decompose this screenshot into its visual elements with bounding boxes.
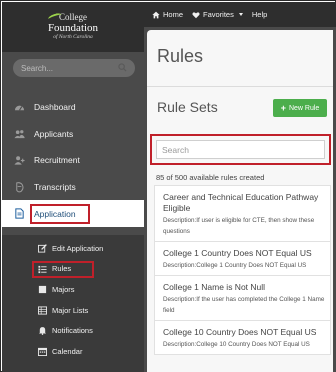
sidebar-nav: Dashboard Applicants Recruitment Transcr… xyxy=(2,94,144,227)
app-window: College Foundation of North Carolina Sea… xyxy=(0,0,336,372)
sidebar-subnav: Edit Application Rules Majors Major List… xyxy=(2,235,144,372)
sidebar-subitem-label: Notifications xyxy=(52,326,93,336)
rule-description: Description:College 1 Country Does NOT E… xyxy=(163,262,307,269)
sidebar-subitem-rules[interactable]: Rules xyxy=(2,259,144,280)
sidebar-search-placeholder: Search... xyxy=(21,63,54,73)
logo-line-1: College xyxy=(59,12,87,22)
rule-list-item[interactable]: College 1 Country Does NOT Equal US Desc… xyxy=(154,241,331,275)
sidebar-subitem-edit-application[interactable]: Edit Application xyxy=(2,238,144,259)
help-label: Help xyxy=(251,10,268,19)
highlight-box xyxy=(30,204,90,225)
sidebar-item-label: Transcripts xyxy=(34,182,76,193)
square-icon xyxy=(38,286,47,294)
sidebar-subitem-calendar[interactable]: Calendar xyxy=(2,341,144,362)
rule-list-item[interactable]: College 1 Name is Not Null Description:I… xyxy=(154,275,331,320)
logo-line-2: Foundation xyxy=(47,22,99,34)
sidebar-subitem-label: Edit Application xyxy=(52,243,104,253)
sidebar-item-label: Dashboard xyxy=(34,102,76,113)
bell-icon xyxy=(38,327,47,336)
main-content: Rules Rule Sets + New Rule 85 of 500 ava… xyxy=(144,27,336,372)
page-title: Rules xyxy=(157,46,204,66)
home-link[interactable]: Home xyxy=(152,10,183,19)
plus-icon: + xyxy=(280,102,286,113)
rule-description: Description:College 10 Country Does NOT … xyxy=(163,341,310,348)
heart-icon xyxy=(192,11,200,18)
user-plus-icon xyxy=(14,156,25,165)
new-rule-label: New Rule xyxy=(288,104,320,112)
rule-name: College 10 Country Does NOT Equal US xyxy=(163,327,317,337)
rule-count-text: 85 of 500 available rules created xyxy=(156,173,265,182)
section-title: Rule Sets xyxy=(157,99,218,115)
sidebar: College Foundation of North Carolina Sea… xyxy=(2,2,144,372)
home-icon xyxy=(152,11,160,18)
sidebar-item-transcripts[interactable]: Transcripts xyxy=(2,174,144,201)
new-rule-button[interactable]: + New Rule xyxy=(273,99,327,117)
logo[interactable]: College Foundation of North Carolina xyxy=(2,2,144,52)
table-icon xyxy=(38,306,47,315)
search-highlight-box xyxy=(150,134,331,165)
transcripts-icon xyxy=(16,181,24,193)
sidebar-item-label: Recruitment xyxy=(34,155,80,166)
users-icon xyxy=(14,129,25,138)
rule-description: Description:If user is eligible for CTE,… xyxy=(163,217,315,235)
rule-list: Career and Technical Education Pathway E… xyxy=(154,185,331,355)
sidebar-item-dashboard[interactable]: Dashboard xyxy=(2,94,144,121)
favorites-label: Favorites xyxy=(203,10,234,19)
home-label: Home xyxy=(163,10,184,19)
sidebar-subitem-notifications[interactable]: Notifications xyxy=(2,320,144,341)
rule-list-item[interactable]: College 10 Country Does NOT Equal US Des… xyxy=(154,320,331,355)
sidebar-subitem-label: Calendar xyxy=(52,346,83,356)
divider xyxy=(147,86,333,87)
rule-search-input[interactable] xyxy=(156,140,325,159)
rule-name: Career and Technical Education Pathway E… xyxy=(163,192,319,213)
dashboard-icon xyxy=(14,105,25,111)
sidebar-subitem-label: Major Lists xyxy=(52,305,89,315)
sidebar-subitem-label: Majors xyxy=(52,284,75,294)
rule-name: College 1 Country Does NOT Equal US xyxy=(163,248,312,258)
edit-icon xyxy=(38,244,47,253)
sidebar-item-label: Applicants xyxy=(34,128,74,139)
search-icon[interactable] xyxy=(118,63,127,72)
sidebar-subitem-major-lists[interactable]: Major Lists xyxy=(2,300,144,321)
sidebar-subitem-majors[interactable]: Majors xyxy=(2,279,144,300)
rule-description: Description:If the user has completed th… xyxy=(163,296,325,314)
highlight-box xyxy=(32,260,94,278)
document-icon xyxy=(15,208,24,219)
calendar-icon xyxy=(38,347,47,356)
favorites-dropdown[interactable]: Favorites xyxy=(192,10,243,19)
chevron-down-icon xyxy=(238,13,243,16)
sidebar-item-application[interactable]: Application xyxy=(2,200,144,227)
help-link[interactable]: Help xyxy=(252,10,267,19)
logo-line-3: of North Carolina xyxy=(53,34,93,40)
sidebar-item-recruitment[interactable]: Recruitment xyxy=(2,147,144,174)
rule-list-item[interactable]: Career and Technical Education Pathway E… xyxy=(154,185,331,241)
sidebar-search-input[interactable]: Search... xyxy=(13,59,135,77)
top-nav-bar: Home Favorites Help xyxy=(144,2,336,27)
rule-name: College 1 Name is Not Null xyxy=(163,282,266,292)
sidebar-item-applicants[interactable]: Applicants xyxy=(2,121,144,148)
rules-panel: Rules Rule Sets + New Rule 85 of 500 ava… xyxy=(147,30,333,372)
